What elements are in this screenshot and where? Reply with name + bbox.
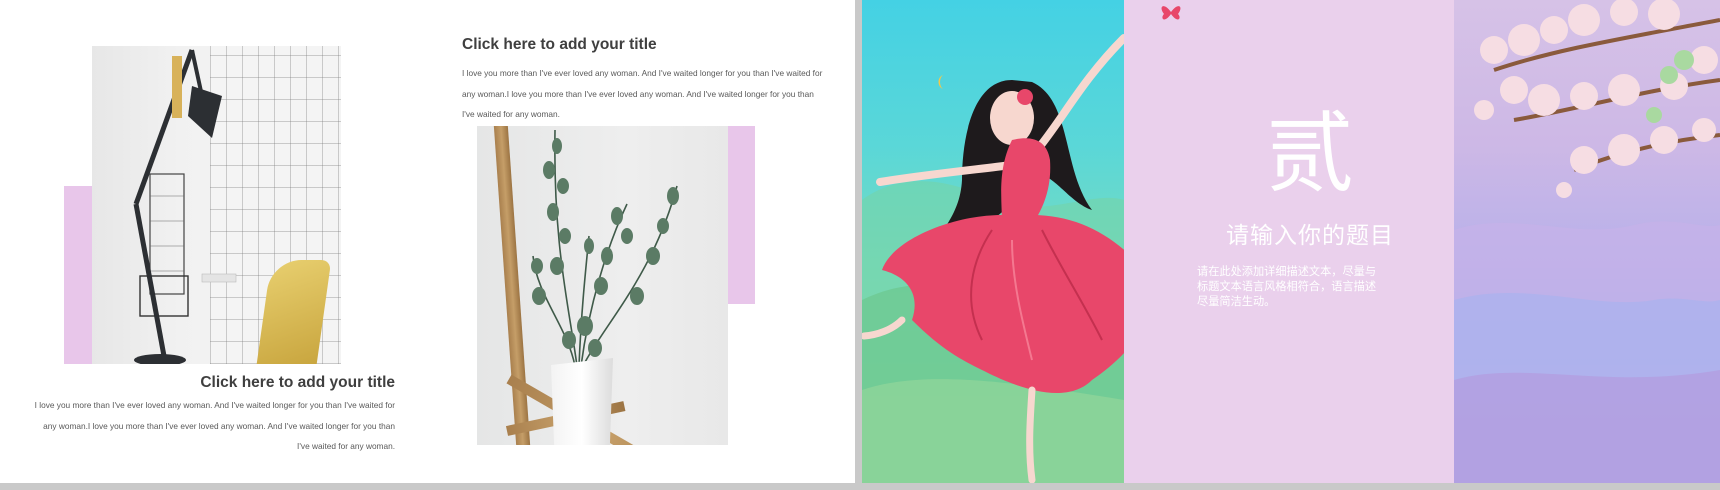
top-paragraph-line: any woman.I love you more than I've ever… <box>462 88 814 99</box>
butterfly-icon <box>1161 6 1181 20</box>
bottom-paragraph-line: I love you more than I've ever loved any… <box>34 400 395 410</box>
cherry-blossom-illustration <box>1454 0 1720 483</box>
plant-photo <box>477 126 728 445</box>
bottom-paragraph-line: I've waited for any woman. <box>297 441 395 451</box>
pink-accent-block-left <box>64 186 92 364</box>
top-paragraph-line: I love you more than I've ever loved any… <box>462 68 823 78</box>
description-line: 请在此处添加详细描述文本，尽量与 <box>1197 265 1377 278</box>
pink-accent-block-right <box>728 126 755 304</box>
top-section-title[interactable]: Click here to add your title <box>462 36 657 54</box>
slide-thumbnail-right[interactable]: 贰 请输入你的题目 请在此处添加详细描述文本，尽量与 标题文本语言风格相符合，语… <box>862 0 1720 483</box>
description-line: 尽量简洁生动。 <box>1197 295 1276 308</box>
dancing-girl-illustration <box>862 0 1124 483</box>
top-paragraph-line: I've waited for any woman. <box>462 109 560 119</box>
bottom-section-title[interactable]: Click here to add your title <box>200 374 395 392</box>
bottom-section-paragraph: I love you more than I've ever loved any… <box>35 395 395 457</box>
bottom-paragraph-line: any woman.I love you more than I've ever… <box>43 420 395 431</box>
desk-lamp-photo <box>92 46 341 364</box>
slide-description[interactable]: 请在此处添加详细描述文本，尽量与 标题文本语言风格相符合，语言描述 尽量简洁生动… <box>1197 264 1397 309</box>
moon-icon <box>938 75 943 89</box>
slide-thumbnail-left[interactable]: Click here to add your title I love you … <box>0 0 855 483</box>
section-number-char[interactable]: 贰 <box>1254 110 1366 198</box>
slide-title[interactable]: 请输入你的题目 <box>1182 216 1438 250</box>
top-section-paragraph: I love you more than I've ever loved any… <box>462 63 822 125</box>
description-line: 标题文本语言风格相符合，语言描述 <box>1197 280 1377 293</box>
